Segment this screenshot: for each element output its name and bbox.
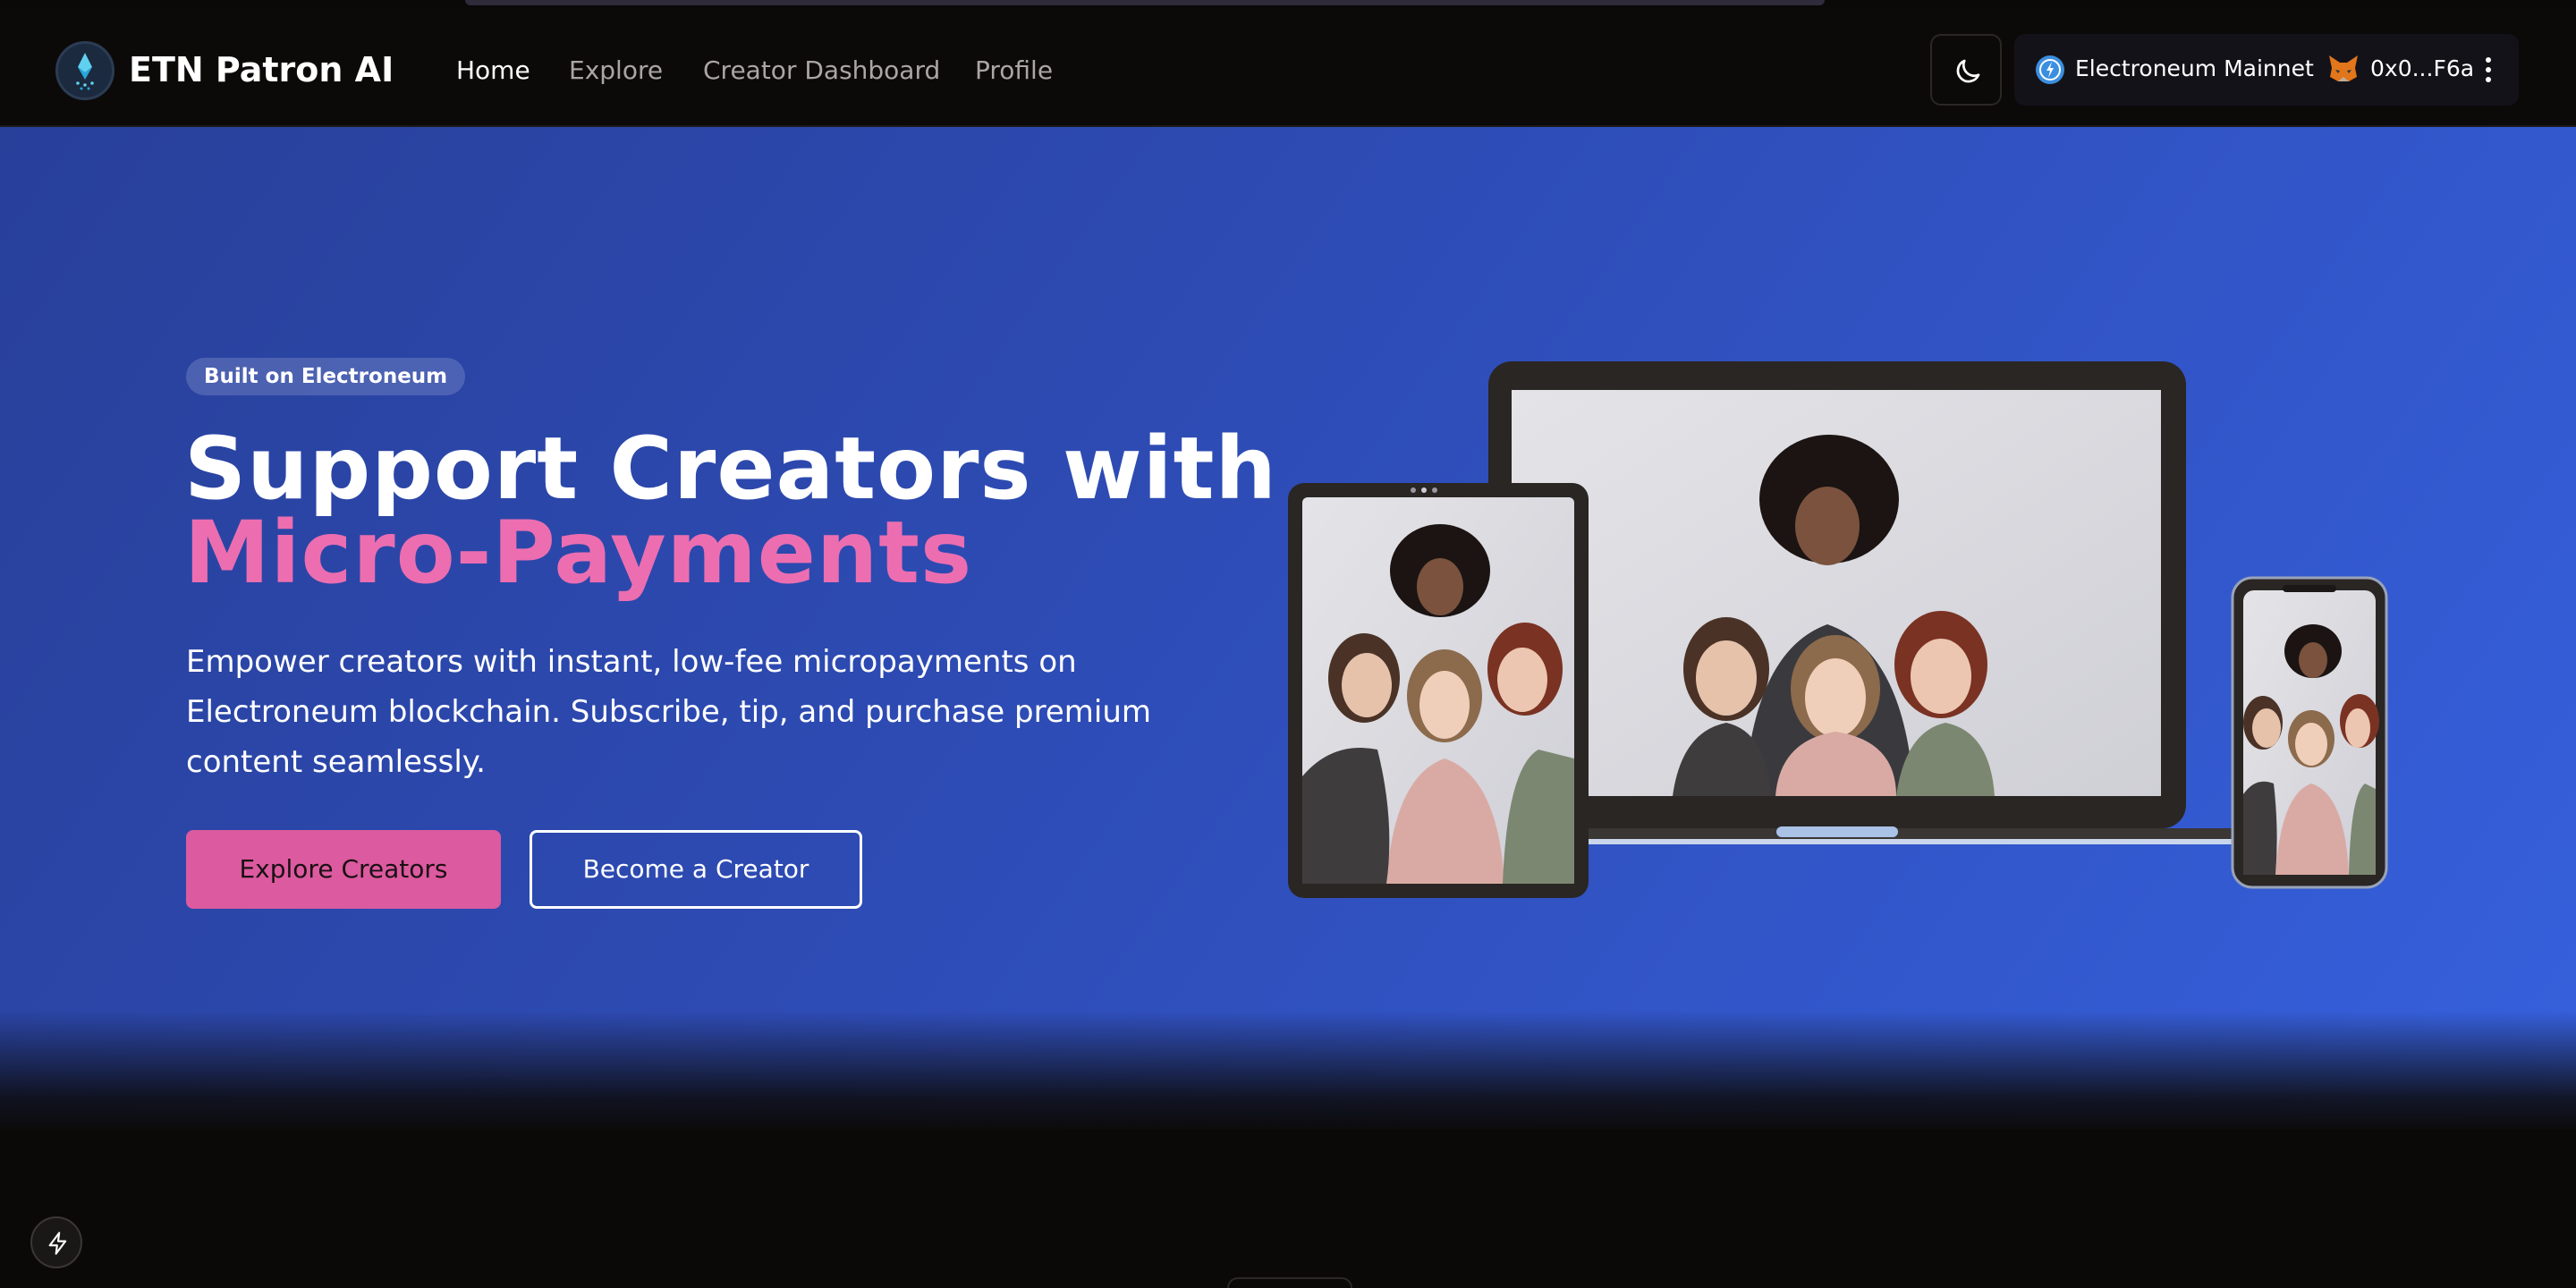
lightning-icon	[48, 1232, 67, 1255]
built-on-badge: Built on Electroneum	[186, 358, 466, 395]
electroneum-network-icon[interactable]	[2036, 55, 2064, 84]
hero-description: Empower creators with instant, low-fee m…	[186, 644, 1152, 780]
navbar: ETN Patron AI Home Explore Creator Dashb…	[0, 7, 2576, 127]
kebab-menu-icon[interactable]	[2478, 50, 2499, 89]
theme-toggle-button[interactable]	[1930, 34, 2002, 106]
hero-headline-highlight: Micro-Payments	[184, 503, 973, 603]
tablet-mockup	[1288, 483, 1589, 898]
moon-icon	[1956, 59, 1980, 83]
nav-explore[interactable]: Explore	[569, 55, 663, 85]
hero-fade	[0, 1011, 2576, 1136]
nav-creator-dashboard[interactable]: Creator Dashboard	[703, 55, 940, 85]
become-creator-button[interactable]: Become a Creator	[530, 830, 862, 909]
account-address[interactable]: 0x0...F6a	[2370, 55, 2474, 81]
brand-name[interactable]: ETN Patron AI	[129, 50, 394, 89]
logo-icon[interactable]	[55, 41, 114, 100]
phone-mockup	[2231, 576, 2388, 889]
network-name[interactable]: Electroneum Mainnet	[2075, 55, 2314, 81]
nav-home[interactable]: Home	[456, 55, 530, 85]
explore-creators-button[interactable]: Explore Creators	[186, 830, 501, 909]
nav-profile[interactable]: Profile	[975, 55, 1053, 85]
devices-illustration	[1288, 361, 2388, 898]
bottom-tab-handle[interactable]	[1227, 1277, 1352, 1288]
metamask-fox-icon[interactable]	[2327, 54, 2360, 84]
page: ETN Patron AI Home Explore Creator Dashb…	[0, 0, 2576, 1288]
browser-top-strip	[465, 0, 1825, 5]
lightning-button[interactable]	[30, 1216, 82, 1268]
wallet-bar: Electroneum Mainnet 0x0...F6a	[2014, 34, 2519, 106]
